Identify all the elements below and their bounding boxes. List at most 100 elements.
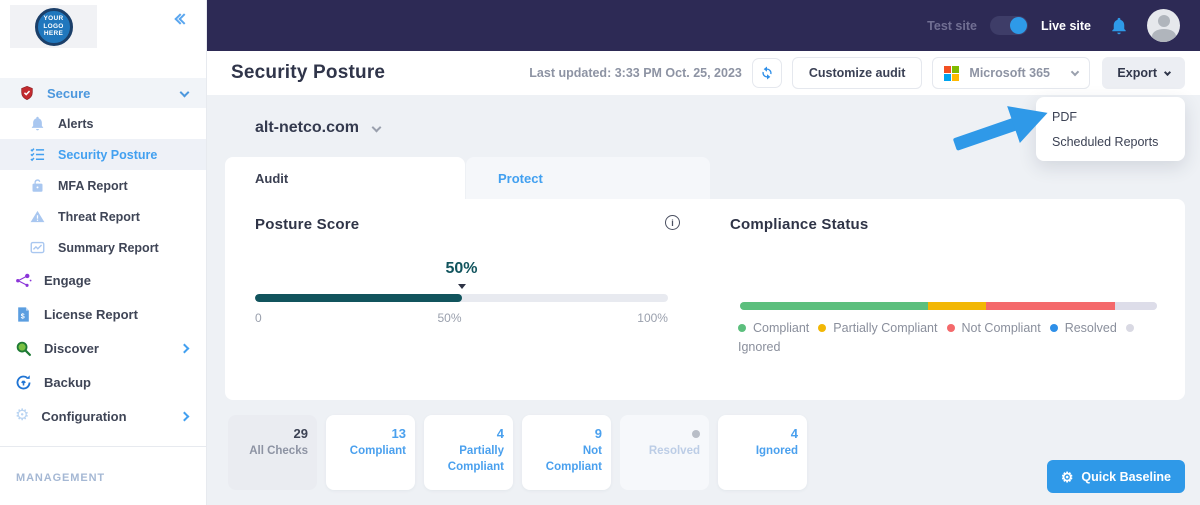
legend-item: Compliant [738,321,809,335]
sidebar-divider [0,446,206,447]
avatar-head [1157,15,1170,27]
export-menu-item-scheduled-reports[interactable]: Scheduled Reports [1036,129,1185,154]
sidebar-item-label: Backup [44,374,91,390]
gear-icon: ⚙ [1060,468,1074,485]
sidebar-item-engage[interactable]: Engage [0,263,206,297]
sidebar-item-configuration[interactable]: ⚙ Configuration [0,399,206,433]
gear-icon: ⚙ [15,407,30,424]
card-all-checks[interactable]: 29 All Checks [228,415,317,490]
sidebar-item-backup[interactable]: Backup [0,365,206,399]
page-title: Security Posture [231,62,386,83]
test-site-label: Test site [927,18,977,33]
collapse-sidebar-icon[interactable] [174,13,190,25]
check-filter-cards: 29 All Checks 13 Compliant 4 Partially C… [228,415,807,490]
legend-dot [946,324,955,332]
annotation-arrow [953,106,1048,151]
toggle-knob [1009,17,1027,34]
logo-line: YOUR [43,15,64,23]
card-label: Compliant [349,445,406,457]
checklist-icon [30,148,45,162]
export-menu-item-pdf[interactable]: PDF [1036,104,1185,129]
info-icon[interactable]: i [665,215,680,230]
platform-select[interactable]: Microsoft 365 [932,57,1091,89]
org-name: alt-netco.com [255,119,360,136]
site-mode-toggle[interactable] [989,16,1028,35]
legend-label: Not Compliant [961,321,1041,335]
microsoft-logo-icon [944,65,960,81]
invoice-icon: $ [18,306,29,322]
sidebar-item-security-posture[interactable]: Security Posture [0,139,206,170]
logo-line: LOGO [43,22,64,30]
legend-label: Compliant [753,321,810,335]
logo: YOUR LOGO HERE [10,5,97,48]
avatar-body [1151,29,1176,42]
sidebar-item-alerts[interactable]: Alerts [0,108,206,139]
card-value: 29 [293,426,308,441]
card-value: 13 [391,426,406,441]
logo-line: HERE [43,30,64,38]
lock-icon [32,179,43,192]
sidebar-item-label: Threat Report [58,209,140,224]
warning-icon [30,210,45,223]
sidebar-item-discover[interactable]: Discover [0,331,206,365]
card-label: All Checks [249,445,308,457]
legend-label: Partially Compliant [833,321,938,335]
card-label: Ignored [755,445,798,457]
card-label: Not Compliant [545,445,602,474]
sidebar-item-summary-report[interactable]: Summary Report [0,232,206,263]
card-label: Resolved [648,445,700,457]
sync-shield-icon [16,374,31,389]
sidebar-item-label: MFA Report [58,178,128,193]
refresh-button[interactable] [751,58,782,88]
export-button[interactable]: Export [1102,57,1185,89]
score-marker-icon [458,284,466,289]
card-compliant[interactable]: 13 Compliant [326,415,415,490]
tick-label: 0 [255,311,262,325]
legend-label: Ignored [738,340,781,354]
customize-audit-button[interactable]: Customize audit [791,57,923,89]
sidebar-item-license-report[interactable]: $ License Report [0,297,206,331]
card-ignored[interactable]: 4 Ignored [718,415,807,490]
quick-baseline-label: Quick Baseline [1081,469,1171,484]
compliance-status-bar [740,302,1157,310]
sidebar-item-threat-report[interactable]: Threat Report [0,201,206,232]
card-value: 4 [790,426,798,441]
tab-audit[interactable]: Audit [225,157,465,199]
chevron-down-icon [179,87,190,97]
legend-dot [818,324,827,332]
magnifier-icon [16,341,32,356]
tab-protect[interactable]: Protect [466,157,710,199]
card-resolved[interactable]: Resolved [620,415,709,490]
refresh-icon [762,66,772,80]
export-dropdown-menu: PDF Scheduled Reports [1036,97,1185,161]
shield-icon [21,85,33,101]
posture-score-title: Posture Score [255,216,360,233]
quick-baseline-button[interactable]: ⚙ Quick Baseline [1046,460,1185,493]
live-site-label: Live site [1040,18,1091,33]
posture-score-value: 50% [445,260,478,277]
segment-not-compliant [986,302,1116,310]
legend-label: Resolved [1064,321,1117,335]
card-partially-compliant[interactable]: 4 Partially Compliant [424,415,513,490]
org-selector[interactable]: alt-netco.com [255,119,382,137]
svg-text:$: $ [21,312,25,320]
segment-compliant [740,302,928,310]
card-value: 4 [496,426,504,441]
legend-dot [738,324,746,332]
bell-icon [31,116,44,131]
sidebar-item-label: Configuration [41,408,127,424]
posture-score-fill [255,294,462,302]
posture-score-bar [255,294,668,302]
sidebar-item-secure[interactable]: Secure [0,78,206,108]
user-avatar[interactable] [1147,9,1180,42]
network-icon [16,273,32,287]
card-value: 9 [594,426,602,441]
chevron-right-icon [179,343,190,353]
legend-dot [1125,324,1134,332]
legend-item: Partially Compliant [818,321,938,335]
management-section-label: MANAGEMENT [16,472,106,484]
card-label: Partially Compliant [447,445,504,474]
sidebar-item-mfa-report[interactable]: MFA Report [0,170,206,201]
card-not-compliant[interactable]: 9 Not Compliant [522,415,611,490]
notifications-bell-icon[interactable] [1110,17,1128,35]
